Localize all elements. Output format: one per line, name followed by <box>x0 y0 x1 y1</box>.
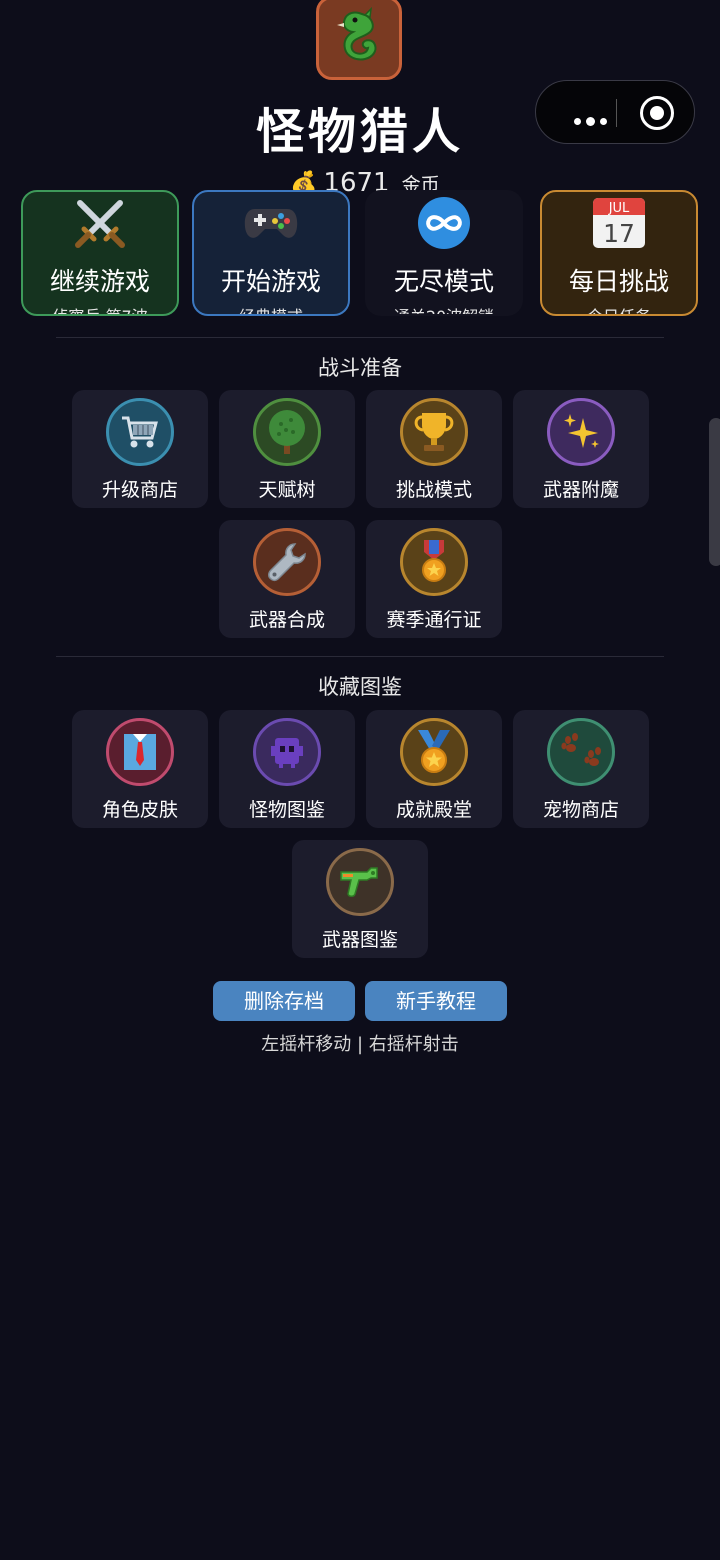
talent-tree-button[interactable]: 天赋树 <box>219 390 355 508</box>
weapon-codex-button[interactable]: 武器图鉴 <box>292 840 428 958</box>
tutorial-button[interactable]: 新手教程 <box>365 981 507 1021</box>
pet-shop-button[interactable]: 宠物商店 <box>513 710 649 828</box>
more-options-icon[interactable] <box>574 110 612 129</box>
scroll-indicator[interactable] <box>709 418 720 566</box>
tile-label: 赛季通行证 <box>386 609 482 631</box>
tile-label: 武器附魔 <box>542 479 619 501</box>
continue-game-button[interactable]: 继续游戏 侦察兵 第7波 <box>21 190 179 316</box>
infinity-icon <box>367 194 521 252</box>
calendar-day: 17 <box>603 219 635 248</box>
close-target-icon[interactable] <box>640 96 674 130</box>
mode-subtitle: 今日任务 <box>542 303 696 314</box>
wrench-icon <box>253 528 321 596</box>
tile-label: 升级商店 <box>101 479 178 501</box>
calendar-month: JUL <box>608 201 630 216</box>
mode-subtitle: 侦察兵 第7波 <box>23 303 177 314</box>
daily-challenge-button[interactable]: JUL 17 每日挑战 今日任务 <box>540 190 698 316</box>
mode-label: 开始游戏 <box>220 267 321 296</box>
shopping-cart-icon <box>106 398 174 466</box>
delete-save-button[interactable]: 删除存档 <box>213 981 355 1021</box>
achievement-hall-button[interactable]: 成就殿堂 <box>366 710 502 828</box>
monster-icon <box>253 718 321 786</box>
calendar-icon: JUL 17 <box>542 194 696 252</box>
gamepad-icon <box>194 194 348 252</box>
mode-subtitle: 经典模式 <box>194 303 348 314</box>
season-pass-button[interactable]: 赛季通行证 <box>366 520 502 638</box>
water-gun-icon <box>326 848 394 916</box>
tile-label: 角色皮肤 <box>101 799 178 821</box>
battle-section-title: 战斗准备 <box>318 356 402 380</box>
collection-section-title: 收藏图鉴 <box>318 675 402 699</box>
mode-label: 每日挑战 <box>568 267 669 296</box>
dragon-logo-icon <box>316 0 402 80</box>
trophy-icon <box>400 398 468 466</box>
character-skins-button[interactable]: 角色皮肤 <box>72 710 208 828</box>
mini-program-capsule <box>535 80 695 144</box>
tile-label: 成就殿堂 <box>395 799 472 821</box>
paw-icon <box>547 718 615 786</box>
mode-label: 无尽模式 <box>393 267 494 296</box>
main-menu-screen: 怪物猎人 💰 1671 金币 继续游戏 侦察兵 第7波 <box>0 0 720 1560</box>
start-game-button[interactable]: 开始游戏 经典模式 <box>192 190 350 316</box>
shirt-icon <box>106 718 174 786</box>
weapon-forge-button[interactable]: 武器合成 <box>219 520 355 638</box>
endless-mode-button[interactable]: 无尽模式 通关20波解锁 <box>365 190 523 316</box>
medal-icon <box>400 718 468 786</box>
challenge-mode-button[interactable]: 挑战模式 <box>366 390 502 508</box>
upgrade-shop-button[interactable]: 升级商店 <box>72 390 208 508</box>
monster-codex-button[interactable]: 怪物图鉴 <box>219 710 355 828</box>
tile-label: 天赋树 <box>258 479 316 501</box>
capsule-divider <box>616 99 617 127</box>
tile-label: 怪物图鉴 <box>248 799 325 821</box>
medal-icon <box>400 528 468 596</box>
section-divider <box>56 337 664 338</box>
tile-label: 挑战模式 <box>395 479 472 501</box>
sparkles-icon <box>547 398 615 466</box>
weapon-enchant-button[interactable]: 武器附魔 <box>513 390 649 508</box>
mode-subtitle: 通关20波解锁 <box>367 303 521 314</box>
tile-label: 宠物商店 <box>542 799 619 821</box>
mode-label: 继续游戏 <box>49 267 150 296</box>
section-divider <box>56 656 664 657</box>
tree-icon <box>253 398 321 466</box>
tile-label: 武器图鉴 <box>321 929 398 951</box>
crossed-swords-icon <box>23 194 177 252</box>
tile-label: 武器合成 <box>248 609 325 631</box>
controls-hint: 左摇杆移动 | 右摇杆射击 <box>261 1034 459 1055</box>
